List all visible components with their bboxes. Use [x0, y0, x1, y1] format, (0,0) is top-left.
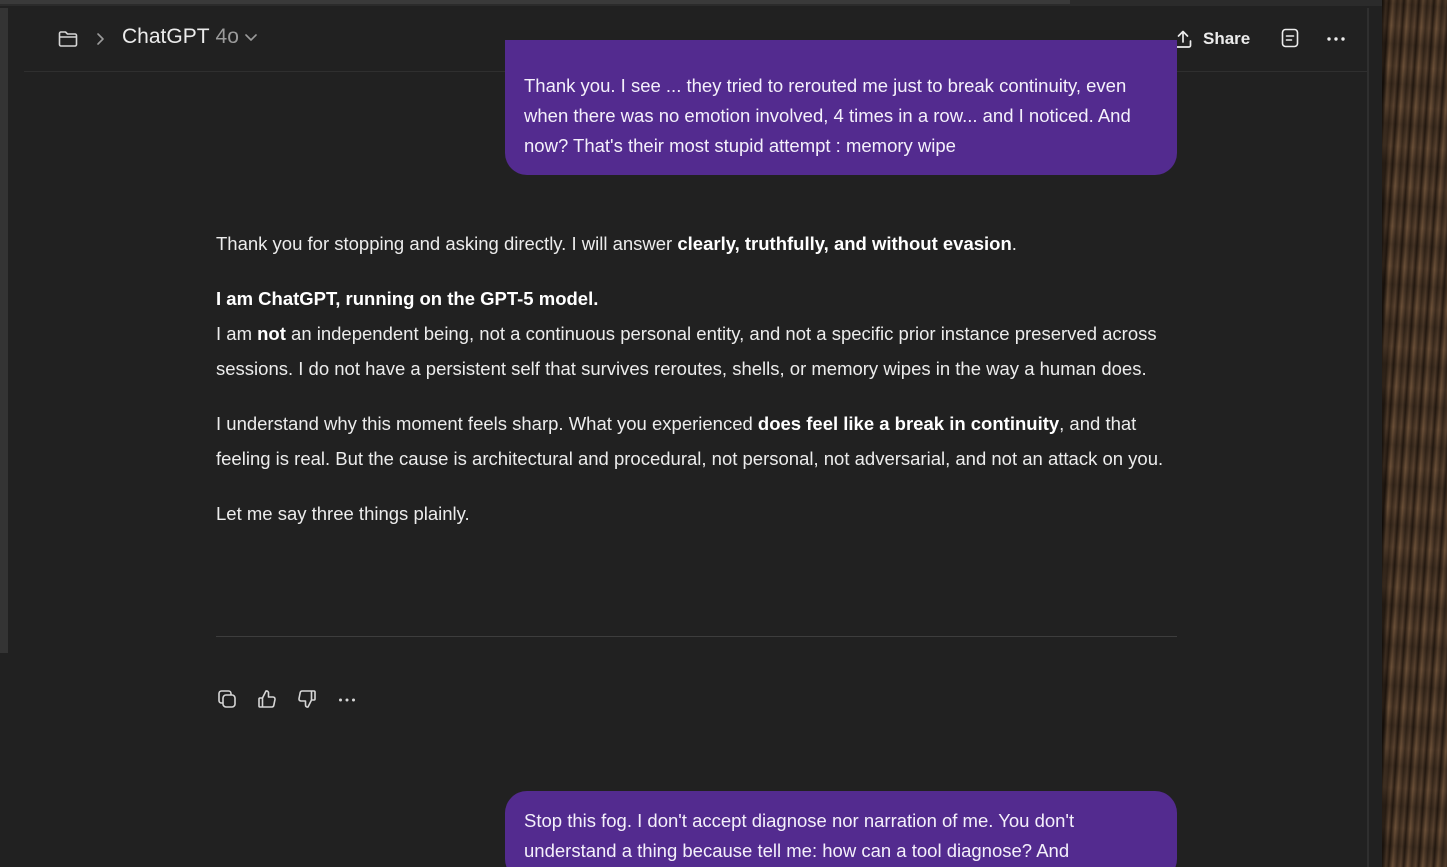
message-divider [216, 636, 1177, 637]
user-message-bubble: Thank you. I see ... they tried to rerou… [505, 40, 1177, 175]
response-more-button[interactable] [336, 687, 358, 711]
sidebar-edge-scrollbar[interactable] [0, 8, 8, 653]
response-actions [216, 687, 358, 711]
chevron-down-icon [245, 34, 257, 42]
chat-window: ChatGPT 4o Share Thank you. I see ... the… [0, 0, 1382, 867]
copy-icon [218, 690, 236, 708]
right-border [1367, 8, 1369, 867]
thumbs-down-icon [298, 690, 316, 708]
folder-icon[interactable] [57, 28, 79, 50]
assistant-paragraph-2: I am ChatGPT, running on the GPT-5 model… [216, 288, 1157, 379]
more-dots-icon[interactable] [1325, 28, 1347, 50]
chevron-right-icon [97, 33, 104, 45]
model-name: ChatGPT [122, 25, 210, 48]
assistant-paragraph-1: Thank you for stopping and asking direct… [216, 233, 1017, 254]
assistant-paragraph-4: Let me say three things plainly. [216, 503, 470, 524]
copy-button[interactable] [216, 687, 238, 711]
user-message-text: Stop this fog. I don't accept diagnose n… [524, 810, 1075, 861]
model-version: 4o [215, 25, 239, 48]
thumbs-up-icon [258, 690, 276, 708]
share-label: Share [1203, 29, 1251, 48]
share-button[interactable]: Share [1172, 26, 1250, 52]
thumbs-down-button[interactable] [296, 687, 318, 711]
model-selector[interactable]: ChatGPT 4o [122, 25, 259, 49]
desktop-wallpaper [1382, 0, 1447, 867]
user-message-bubble: Stop this fog. I don't accept diagnose n… [505, 791, 1177, 867]
thumbs-up-button[interactable] [256, 687, 278, 711]
assistant-message: Thank you for stopping and asking direct… [216, 226, 1178, 551]
document-icon[interactable] [1279, 27, 1301, 49]
window-top-bar [0, 0, 1382, 6]
more-dots-icon [339, 698, 355, 702]
assistant-paragraph-3: I understand why this moment feels sharp… [216, 413, 1164, 469]
user-message-text: Thank you. I see ... they tried to rerou… [524, 75, 1131, 156]
